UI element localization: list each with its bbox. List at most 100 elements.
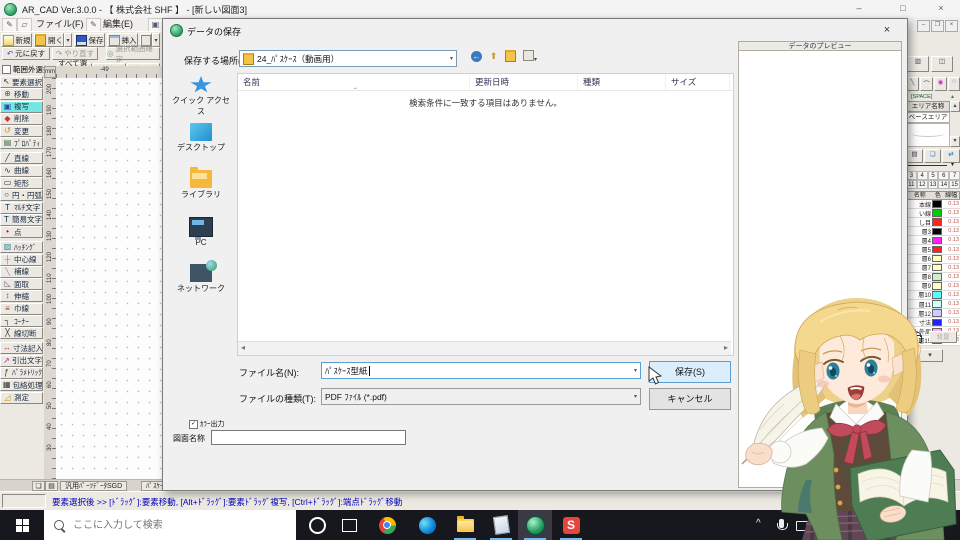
panel-icon-button2[interactable]: ◫	[931, 56, 953, 72]
tool-button[interactable]: ≡ 巾線	[0, 302, 43, 315]
tool-button[interactable]: ▦ 包絡処理	[0, 379, 43, 392]
column-header[interactable]: 更新日時	[470, 74, 578, 90]
tool-button[interactable]: ╱ 直線	[0, 152, 43, 165]
tool-button[interactable]: ┼ 中心線	[0, 253, 43, 266]
stylus-icon[interactable]: ✎	[2, 18, 17, 32]
page-icon[interactable]: ▱	[17, 18, 32, 32]
mdi-close-icon[interactable]: ×	[945, 20, 958, 32]
cortana-button[interactable]	[300, 510, 334, 540]
tool-button[interactable]: ↔ 寸法記入	[0, 342, 43, 355]
location-combobox[interactable]: 24_ﾊﾟｽｹｰｽ（動画用） ▾	[239, 50, 457, 67]
mdi-restore-icon[interactable]: ❐	[931, 20, 944, 32]
ruler-number: 140	[47, 209, 53, 220]
chrome-button[interactable]	[370, 510, 404, 540]
explorer-button[interactable]	[448, 510, 482, 540]
notepad-icon	[492, 515, 510, 535]
doc-tab-1[interactable]: 汎用ﾊﾟｰﾂﾃﾞｰﾀSGD	[60, 481, 128, 491]
tool-button[interactable]: ○ 円・円弧	[0, 189, 43, 202]
tool-button[interactable]: • 点	[0, 226, 43, 239]
layer-number-cell[interactable]: 12	[916, 180, 928, 189]
maximize-button[interactable]: □	[890, 2, 916, 15]
area-scroll-down[interactable]: ▾	[950, 136, 960, 147]
status-message: 要素選択後 >> [ﾄﾞﾗｯｸﾞ]:要素移動, [Alt+ﾄﾞﾗｯｸﾞ]:要素ﾄ…	[52, 497, 403, 507]
layer-number-cell[interactable]: 6	[938, 171, 950, 180]
open-button[interactable]: 開く	[34, 33, 64, 47]
tool-button[interactable]: ▭ 矩形	[0, 177, 43, 190]
place-item[interactable]: デスクトップ	[169, 123, 233, 167]
view-menu-icon[interactable]: ▾	[520, 50, 540, 64]
mdi-minimize-icon[interactable]: –	[917, 20, 930, 32]
layer-number-cell[interactable]: 14	[938, 180, 950, 189]
drawing-name-input[interactable]	[211, 430, 406, 445]
area-item-base[interactable]: ベースエリア	[906, 112, 950, 123]
layer-color-swatch	[932, 245, 942, 254]
circle-dot-icon[interactable]: ◉	[934, 77, 947, 91]
tool-button[interactable]: ∿ 曲線	[0, 164, 43, 177]
pencil-icon[interactable]: ✎	[86, 18, 101, 32]
tab-scroll-icon1[interactable]: ❏	[32, 481, 45, 491]
tool-button[interactable]: ┐ ｺｰﾅｰ	[0, 315, 43, 328]
place-icon	[190, 123, 212, 141]
tool-button[interactable]: ↕ 伸縮	[0, 290, 43, 303]
tool-button[interactable]: ƒ ﾊﾟﾗﾒﾄﾘｯｸ	[0, 366, 43, 379]
place-item[interactable]: PC	[169, 217, 233, 261]
tool-button[interactable]: ↺ 変更	[0, 125, 43, 138]
tool-button[interactable]: T 簡易文字	[0, 213, 43, 226]
back-nav-icon[interactable]: ←	[469, 50, 484, 64]
area-scroll-up[interactable]: ▴	[950, 101, 960, 112]
tool-button[interactable]: ◿ 測定	[0, 391, 43, 404]
confirm-selection-button[interactable]: ◎ 選択範囲確定	[106, 44, 160, 64]
up-folder-icon[interactable]: ⬆	[486, 50, 501, 64]
arc-tool-icon[interactable]: ⌒	[920, 77, 933, 91]
task-view-button[interactable]	[332, 510, 366, 540]
layer-icon-button2[interactable]: ❏	[924, 149, 941, 163]
close-button[interactable]: ×	[928, 2, 954, 15]
tool-button[interactable]: ◆ 削除	[0, 112, 43, 125]
panel-icon-button[interactable]: ▥	[907, 56, 929, 72]
color-output-checkbox[interactable]: ✓ ｶﾗｰ出力	[189, 419, 225, 429]
tool-button[interactable]: ▤ ﾌﾟﾛﾊﾟﾃｨ	[0, 137, 43, 150]
layer-number-cell[interactable]: 7	[949, 171, 960, 180]
filename-input[interactable]: ﾊﾟｽｹｰｽ型紙 ▾	[321, 362, 641, 379]
dialog-close-icon[interactable]: ×	[873, 23, 901, 39]
circle-icon[interactable]: ○	[948, 77, 960, 91]
tool-button[interactable]: ╲ 補線	[0, 265, 43, 278]
layer-number-cell[interactable]: 5	[927, 171, 939, 180]
place-item[interactable]: ライブラリ	[169, 167, 233, 214]
tool-button[interactable]: ↗ 引出文字	[0, 354, 43, 367]
start-button[interactable]	[0, 510, 44, 540]
place-item[interactable]: クイック アクセス	[169, 76, 233, 120]
tool-button[interactable]: ◺ 面取	[0, 278, 43, 291]
filetype-combobox[interactable]: PDF ﾌｧｲﾙ (*.pdf) ▾	[321, 388, 641, 405]
scroll-left-icon[interactable]: ◂	[241, 343, 245, 352]
new-button[interactable]: 新規	[1, 33, 32, 47]
tool-button[interactable]: ╳ 線切断	[0, 327, 43, 340]
save-button-toolbar[interactable]: 保存	[74, 33, 105, 47]
tab-scroll-icon2[interactable]: ▤	[45, 481, 58, 491]
place-item[interactable]: ネットワーク	[169, 260, 233, 308]
undo-button[interactable]: ↶ 元に戻す	[2, 47, 50, 60]
column-header[interactable]: サイズ	[666, 74, 730, 90]
new-folder-icon[interactable]	[503, 50, 518, 64]
menu-file[interactable]: ファイル(F)	[33, 18, 87, 30]
arcad-app-button[interactable]	[518, 510, 552, 540]
tool-button[interactable]: ▨ ﾊｯﾁﾝｸﾞ	[0, 241, 43, 254]
menu-edit[interactable]: 編集(E)	[100, 18, 136, 30]
layer-number-cell[interactable]: 13	[927, 180, 939, 189]
tool-button[interactable]: ⊕ 移動	[0, 88, 43, 101]
layer-number-cell[interactable]: 4	[916, 171, 928, 180]
layer-dropdown-arrow[interactable]: ▾	[951, 161, 954, 168]
layer-number-cell[interactable]: 15	[949, 180, 960, 189]
tool-button[interactable]: T ﾏﾙﾁ文字	[0, 201, 43, 214]
edge-button[interactable]	[410, 510, 444, 540]
column-header[interactable]: 種類	[578, 74, 666, 90]
search-input[interactable]	[71, 518, 255, 532]
s-app-button[interactable]: S	[554, 510, 588, 540]
tool-button[interactable]: ↖ 要素選択	[0, 76, 43, 88]
notepad-button[interactable]	[484, 510, 518, 540]
open-dropdown[interactable]: ▾	[64, 33, 72, 47]
taskbar-search[interactable]	[44, 510, 296, 540]
tool-button[interactable]: ▣ 複写	[0, 100, 43, 113]
minimize-button[interactable]: –	[846, 2, 872, 15]
layer-icon-button1[interactable]: ▤	[906, 149, 923, 163]
